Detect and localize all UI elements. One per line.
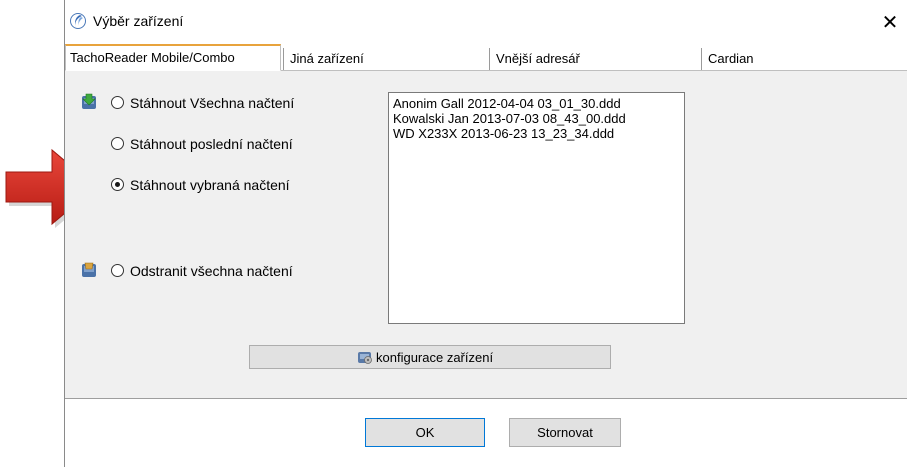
tab-bar: TachoReader Mobile/Combo Jiná zařízení V… [65,44,907,71]
device-config-button[interactable]: konfigurace zařízení [249,345,611,369]
app-logo-icon [70,13,86,29]
device-config-label: konfigurace zařízení [376,350,494,365]
radio-download-all[interactable] [111,96,124,109]
device-selection-dialog: Výběr zařízení ✕ TachoReader Mobile/Comb… [64,0,907,467]
label-delete-all: Odstranit všechna načtení [130,263,293,279]
delete-card-icon [82,262,96,277]
downloads-listbox[interactable]: Anonim Gall 2012-04-04 03_01_30.ddd Kowa… [388,92,685,324]
radio-download-selected[interactable] [111,178,124,191]
tab-panel: Stáhnout Všechna načtení Stáhnout posled… [65,71,907,399]
tab-external-folder[interactable]: Vnější adresář [489,48,699,70]
list-item[interactable]: Kowalski Jan 2013-07-03 08_43_00.ddd [393,111,680,126]
tab-other-devices[interactable]: Jiná zařízení [283,48,487,70]
tab-tachoreader[interactable]: TachoReader Mobile/Combo [65,44,281,71]
ok-button[interactable]: OK [365,418,485,447]
window-title: Výběr zařízení [93,13,184,29]
tab-cardian[interactable]: Cardian [701,48,901,70]
device-config-icon [358,352,372,364]
list-item[interactable]: WD X233X 2013-06-23 13_23_34.ddd [393,126,680,141]
download-card-icon [82,93,96,109]
list-item[interactable]: Anonim Gall 2012-04-04 03_01_30.ddd [393,96,680,111]
radio-download-last[interactable] [111,137,124,150]
cancel-button[interactable]: Stornovat [509,418,621,447]
title-bar: Výběr zařízení ✕ [65,0,907,38]
label-download-last: Stáhnout poslední načtení [130,136,293,152]
label-download-selected: Stáhnout vybraná načtení [130,177,290,193]
close-button[interactable]: ✕ [873,8,907,38]
radio-delete-all[interactable] [111,264,124,277]
label-download-all: Stáhnout Všechna načtení [130,95,295,111]
